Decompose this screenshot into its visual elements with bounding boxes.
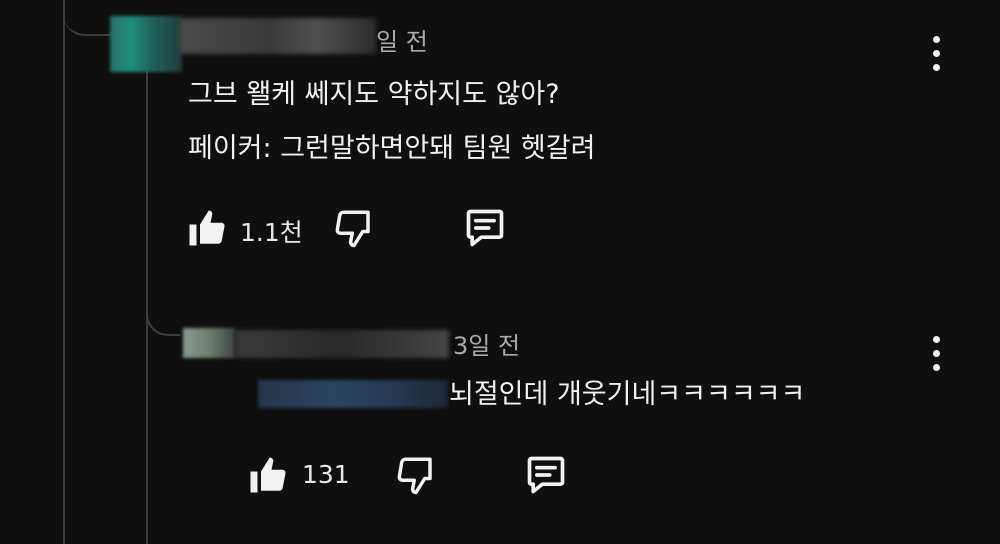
like-count: 1.1천 <box>240 218 303 247</box>
like-icon[interactable] <box>186 207 228 249</box>
comment-timestamp: 일 전 <box>376 28 428 56</box>
dislike-icon[interactable] <box>333 207 375 249</box>
username-blurred[interactable] <box>180 18 376 54</box>
reply-icon[interactable] <box>523 453 569 497</box>
comment-timestamp: 3일 전 <box>453 332 521 360</box>
more-vert-icon[interactable] <box>925 36 949 76</box>
comment-text-line-2: 페이커: 그런말하면안돼 팀원 헷갈려 <box>188 133 596 164</box>
more-vert-icon[interactable] <box>925 336 949 376</box>
thread-connector-2 <box>146 292 180 336</box>
comment-text: 뇌절인데 개웃기네ㅋㅋㅋㅋㅋㅋ <box>449 379 806 410</box>
dislike-icon[interactable] <box>395 454 437 496</box>
comment-text-line-1: 그브 왤케 쎄지도 약하지도 않아? <box>188 79 560 110</box>
like-count: 131 <box>302 460 350 489</box>
avatar-blurred[interactable] <box>110 16 182 72</box>
username-blurred[interactable] <box>235 330 449 358</box>
reply-icon[interactable] <box>462 206 508 250</box>
like-icon[interactable] <box>247 454 289 496</box>
avatar-blurred[interactable] <box>183 328 235 358</box>
mention-blurred[interactable] <box>258 380 448 408</box>
thread-line-outer <box>63 0 65 544</box>
